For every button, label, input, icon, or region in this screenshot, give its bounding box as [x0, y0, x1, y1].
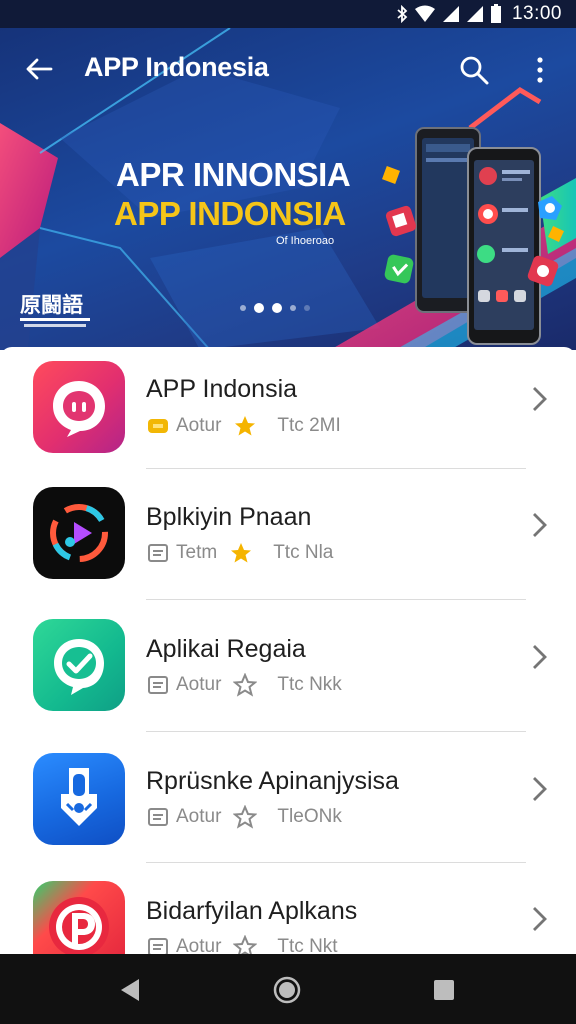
carousel-dot[interactable]	[290, 305, 296, 311]
app-category: Aotur	[176, 936, 222, 954]
divider	[146, 599, 526, 600]
battery-icon	[490, 4, 501, 23]
star-outline-icon	[233, 805, 258, 829]
banner-headline: APR INNONSIA	[116, 156, 351, 193]
banner-headline-accent: APP INDONSIA	[114, 195, 346, 232]
carousel-dot[interactable]	[304, 305, 310, 311]
app-category: Aotur	[176, 415, 222, 436]
list-item[interactable]: Rprüsnke Apinanjysisa Aotur TleONk	[0, 741, 576, 871]
arrow-left-icon	[26, 58, 53, 80]
nav-recents-button[interactable]	[424, 970, 464, 1010]
chevron-right-icon	[533, 777, 547, 801]
app-category: Aotur	[176, 806, 222, 827]
badge-outline-icon	[148, 808, 168, 826]
app-name: Bplkiyin Pnaan	[146, 503, 312, 531]
status-time: 13:00	[511, 3, 562, 24]
back-button[interactable]	[18, 48, 60, 90]
carousel-dot[interactable]	[240, 305, 246, 311]
nav-home-icon	[273, 976, 301, 1004]
shield-lock-icon	[33, 753, 125, 845]
wifi-icon	[414, 5, 435, 22]
star-outline-icon	[233, 935, 258, 954]
badge-outline-icon	[148, 938, 168, 954]
system-navigation-bar	[0, 954, 576, 1024]
search-button[interactable]	[452, 48, 496, 92]
chevron-right-icon	[533, 907, 547, 931]
check-bubble-icon	[33, 619, 125, 711]
list-item[interactable]: APP Indonsia Aotur Ttc 2MI	[0, 347, 576, 477]
status-icons: 13:00	[396, 3, 562, 24]
signal-icon	[466, 6, 483, 22]
app-rating-label: Ttc 2MI	[277, 415, 341, 436]
status-bar: 13:00	[0, 0, 576, 28]
chevron-right-icon	[533, 387, 547, 411]
banner-logo: 原闘語	[20, 293, 90, 327]
music-play-icon	[33, 487, 125, 579]
app-category: Aotur	[176, 674, 222, 695]
app-name: Aplikai Regaia	[146, 635, 306, 663]
list-item[interactable]: Aplikai Regaia Aotur Ttc Nkk	[0, 609, 576, 739]
nav-home-button[interactable]	[267, 970, 307, 1010]
app-rating-label: Ttc Nkt	[277, 936, 338, 954]
divider	[146, 731, 526, 732]
chevron-right-icon	[533, 513, 547, 537]
carousel-dot[interactable]	[272, 303, 282, 313]
app-bar: APP Indonesia	[0, 28, 576, 108]
hero-banner[interactable]: APP Indonesia APR INNONSIA APP INDONSIA …	[0, 28, 576, 350]
chat-bubble-icon	[33, 361, 125, 453]
carousel-indicator[interactable]	[240, 303, 310, 313]
nav-recents-icon	[434, 980, 454, 1000]
app-name: APP Indonsia	[146, 375, 298, 403]
app-name: Bidarfyilan Aplkans	[146, 897, 358, 925]
phones-illustration	[384, 127, 564, 345]
banner-subtitle: Of Ihoeroao	[276, 235, 335, 247]
list-item[interactable]: Bplkiyin Pnaan Tetm Ttc Nla	[0, 477, 576, 607]
star-filled-icon	[235, 416, 256, 436]
nav-back-button[interactable]	[110, 970, 150, 1010]
divider	[146, 468, 526, 469]
app-meta: Aotur TleONk	[146, 805, 342, 829]
app-meta: Tetm Ttc Nla	[146, 541, 333, 565]
app-meta: Aotur Ttc Nkt	[146, 935, 338, 954]
svg-text:原闘語: 原闘語	[20, 293, 83, 317]
badge-yellow-icon	[148, 419, 168, 433]
more-vert-icon	[537, 57, 543, 83]
star-outline-icon	[233, 673, 258, 697]
list-item[interactable]: Bidarfyilan Aplkans Aotur Ttc Nkt	[0, 871, 576, 954]
app-rating-label: Ttc Nla	[273, 542, 334, 563]
badge-outline-icon	[148, 676, 168, 694]
app-rating-label: TleONk	[277, 806, 342, 827]
app-name: Rprüsnke Apinanjysisa	[146, 767, 399, 795]
app-meta: Aotur Ttc Nkk	[146, 673, 342, 697]
signal-icon	[442, 6, 459, 22]
carousel-dot-active[interactable]	[254, 303, 264, 313]
app-category: Tetm	[176, 542, 218, 563]
app-rating-label: Ttc Nkk	[277, 674, 342, 695]
badge-outline-icon	[148, 544, 168, 562]
search-icon	[460, 56, 489, 85]
app-list: APP Indonsia Aotur Ttc 2MI Bplkiyin Pnaa…	[0, 347, 576, 954]
nav-back-icon	[121, 979, 139, 1001]
page-title: APP Indonesia	[84, 52, 269, 82]
divider	[146, 862, 526, 863]
more-options-button[interactable]	[520, 48, 560, 92]
chevron-right-icon	[533, 645, 547, 669]
app-meta: Aotur Ttc 2MI	[146, 414, 341, 438]
p-logo-icon	[33, 881, 125, 954]
star-filled-icon	[231, 543, 252, 563]
bluetooth-icon	[397, 5, 408, 23]
